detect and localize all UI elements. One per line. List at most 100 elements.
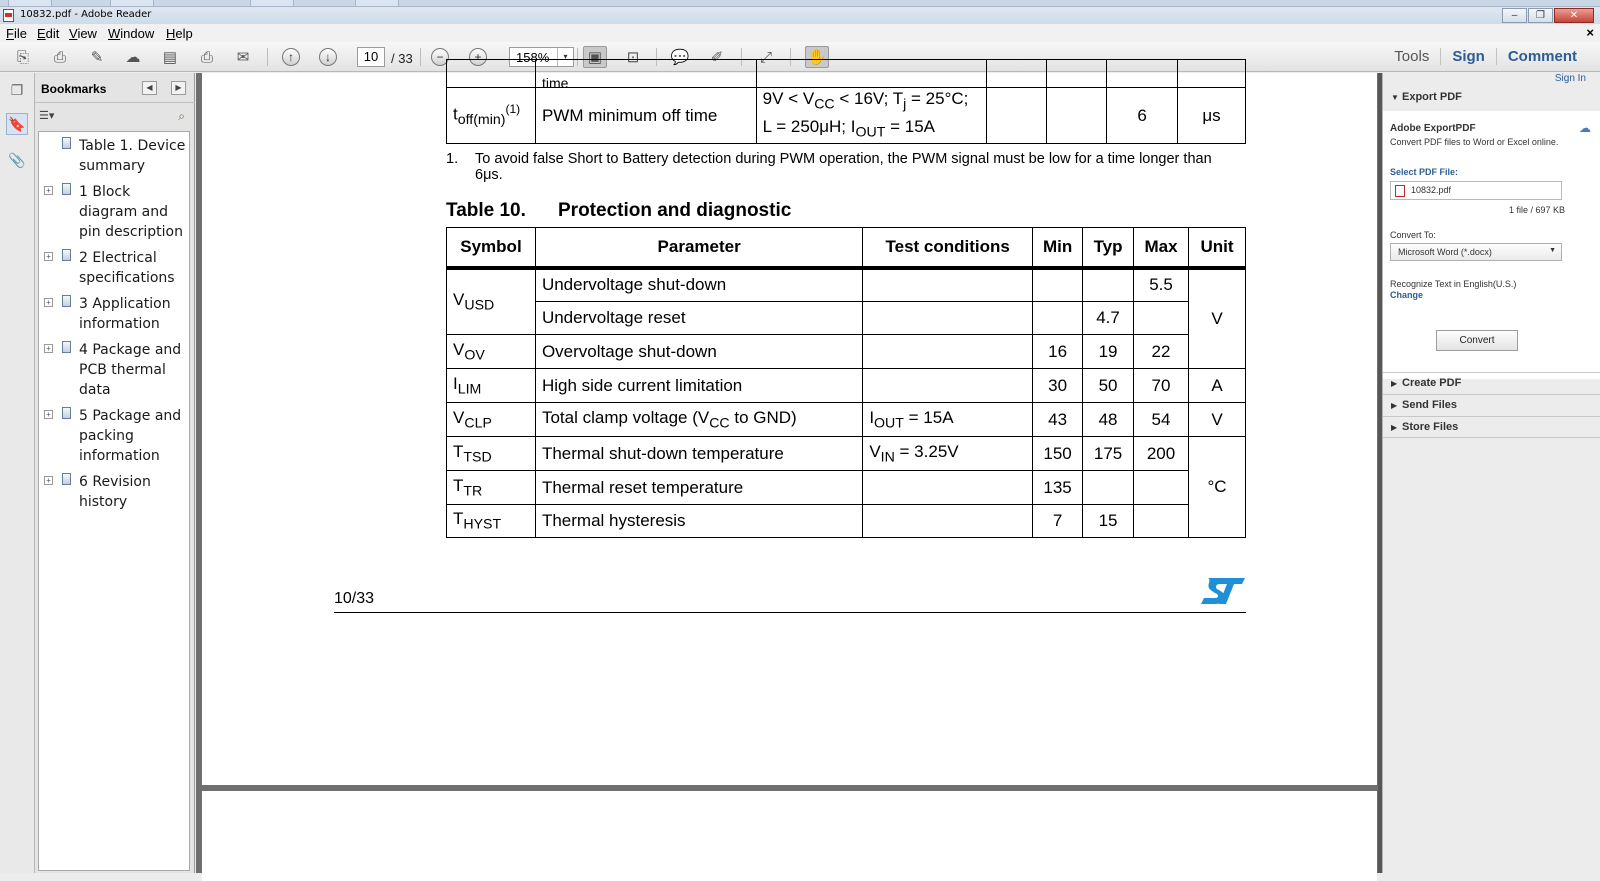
bookmark-icon (62, 341, 71, 353)
typ-cell (1082, 470, 1135, 505)
parameter-cell: PWM minimum off time (534, 87, 757, 144)
bookmark-label[interactable]: Table 1. Device summary (79, 136, 189, 176)
store-files-label[interactable]: Store Files (1402, 421, 1458, 433)
selected-file[interactable]: 10832.pdf (1390, 181, 1562, 200)
recognize-text-label: Recognize Text in English(U.S.) (1390, 279, 1517, 289)
expand-icon[interactable]: + (44, 476, 53, 485)
menu-file[interactable]: File (6, 26, 27, 41)
table-cell (1177, 59, 1246, 88)
export-pdf-icon[interactable]: ⎙ (48, 46, 72, 68)
table-row: VUSD Undervoltage shut-down 5.5 V (446, 267, 1246, 369)
sign-link[interactable]: Sign (1440, 48, 1496, 65)
header-typ: Typ (1082, 227, 1135, 268)
options-menu-icon[interactable]: ☰▾ (39, 109, 54, 122)
collapse-panel-icon[interactable]: ◀ (142, 81, 157, 95)
attachment-icon[interactable]: 📎 (6, 149, 28, 171)
previous-page-icon[interactable]: ↑ (279, 46, 303, 68)
max-cell: 70 (1133, 368, 1189, 403)
next-page-icon[interactable]: ↓ (316, 46, 340, 68)
table-row: toff(min)(1) PWM minimum off time 9V < V… (446, 87, 1246, 144)
menu-window[interactable]: Window (108, 26, 154, 41)
create-pdf-section-header[interactable]: ▶ Create PDF (1383, 372, 1600, 394)
tools-link[interactable]: Tools (1383, 48, 1440, 65)
upload-cloud-icon[interactable]: ☁ (121, 46, 145, 68)
expand-icon[interactable]: + (44, 410, 53, 419)
expand-icon[interactable]: + (44, 344, 53, 353)
taskbar-button[interactable] (355, 0, 399, 7)
export-pdf-label[interactable]: Export PDF (1402, 91, 1462, 103)
send-files-label[interactable]: Send Files (1402, 399, 1457, 411)
conditions-cell (862, 301, 1034, 335)
bookmark-label[interactable]: 3 Application information (79, 294, 189, 334)
email-icon[interactable]: ✉ (231, 46, 255, 68)
max-cell: 6 (1106, 87, 1179, 144)
expand-icon[interactable]: + (44, 252, 53, 261)
bookmark-label[interactable]: 5 Package and packing information (79, 406, 189, 466)
create-pdf-label[interactable]: Create PDF (1402, 377, 1461, 389)
menu-view[interactable]: View (69, 26, 97, 41)
bookmark-item[interactable]: Table 1. Device summary (39, 136, 191, 180)
menu-edit[interactable]: Edit (37, 26, 59, 41)
bookmark-label[interactable]: 1 Block diagram and pin description (79, 182, 189, 242)
param-text: to GND) (729, 407, 797, 427)
cond-sub: OUT (874, 415, 904, 432)
chevron-right-icon: ▶ (1391, 379, 1398, 388)
document-close-icon[interactable]: × (1586, 25, 1594, 40)
page-thumbnails-icon[interactable]: ❐ (6, 79, 28, 101)
conditions-cell (862, 334, 1034, 369)
expand-icon[interactable]: + (44, 298, 53, 307)
table-caption: Table 10. Protection and diagnostic (446, 200, 791, 222)
max-cell (1133, 301, 1189, 335)
taskbar-button[interactable] (110, 0, 154, 7)
close-button[interactable]: ✕ (1554, 8, 1594, 23)
comment-link[interactable]: Comment (1495, 48, 1588, 65)
table-cell: time (534, 59, 757, 88)
taskbar-button[interactable] (8, 0, 52, 7)
save-icon[interactable]: ▤ (158, 46, 182, 68)
convert-button[interactable]: Convert (1436, 330, 1518, 351)
bookmark-item[interactable]: + 2 Electrical specifications (39, 248, 191, 292)
bookmark-label[interactable]: 6 Revision history (79, 472, 189, 512)
page-number-input[interactable]: 10 (357, 47, 385, 67)
sign-in-link[interactable]: Sign In (1555, 73, 1586, 84)
min-cell: 135 (1032, 470, 1084, 505)
cond-text: = 15A (885, 116, 935, 136)
edit-pdf-icon[interactable]: ✎ (85, 46, 109, 68)
symbol-cell: toff(min)(1) (446, 87, 536, 144)
header-min: Min (1032, 227, 1084, 268)
bookmark-icon[interactable]: 🔖 (6, 113, 28, 135)
bookmark-label[interactable]: 2 Electrical specifications (79, 248, 189, 288)
page-number: 10/33 (334, 590, 375, 607)
bookmark-icon (62, 473, 71, 485)
symbol-text: T (453, 441, 464, 461)
restore-button[interactable]: ❐ (1528, 8, 1553, 23)
menu-help[interactable]: Help (166, 26, 193, 41)
bookmark-item[interactable]: + 1 Block diagram and pin description (39, 182, 191, 246)
bookmark-item[interactable]: + 3 Application information (39, 294, 191, 338)
bookmark-icon (62, 183, 71, 195)
send-files-section-header[interactable]: ▶ Send Files (1383, 394, 1600, 416)
expand-icon[interactable]: + (44, 186, 53, 195)
print-icon[interactable]: ⎙ (195, 46, 219, 68)
export-pdf-section-header[interactable]: ▼ Export PDF (1383, 87, 1600, 109)
bookmark-item[interactable]: + 6 Revision history (39, 472, 191, 516)
chevron-down-icon: ▼ (1549, 247, 1556, 254)
document-viewport[interactable]: time toff(min)(1) PWM minimum off time 9… (196, 59, 1381, 881)
taskbar-button[interactable] (250, 0, 294, 7)
max-cell (1133, 470, 1189, 505)
convert-to-select[interactable]: Microsoft Word (*.docx) ▼ (1390, 243, 1562, 261)
minimize-button[interactable]: – (1502, 8, 1527, 23)
table-cell (755, 59, 988, 88)
table-header-row: Symbol Parameter Test conditions Min Typ… (446, 227, 1246, 268)
store-files-section-header[interactable]: ▶ Store Files (1383, 416, 1600, 438)
cond-sub: OUT (855, 123, 886, 140)
table-row: Undervoltage reset 4.7 (447, 301, 1246, 335)
bookmark-item[interactable]: + 5 Package and packing information (39, 406, 191, 470)
expand-panel-icon[interactable]: ▶ (171, 81, 186, 95)
change-link[interactable]: Change (1390, 290, 1423, 300)
find-bookmark-icon[interactable]: ⌕ (178, 109, 185, 124)
footer-rule (334, 612, 1246, 613)
bookmark-label[interactable]: 4 Package and PCB thermal data (79, 340, 189, 400)
create-pdf-icon[interactable]: ⎘ (11, 46, 35, 68)
bookmark-item[interactable]: + 4 Package and PCB thermal data (39, 340, 191, 404)
